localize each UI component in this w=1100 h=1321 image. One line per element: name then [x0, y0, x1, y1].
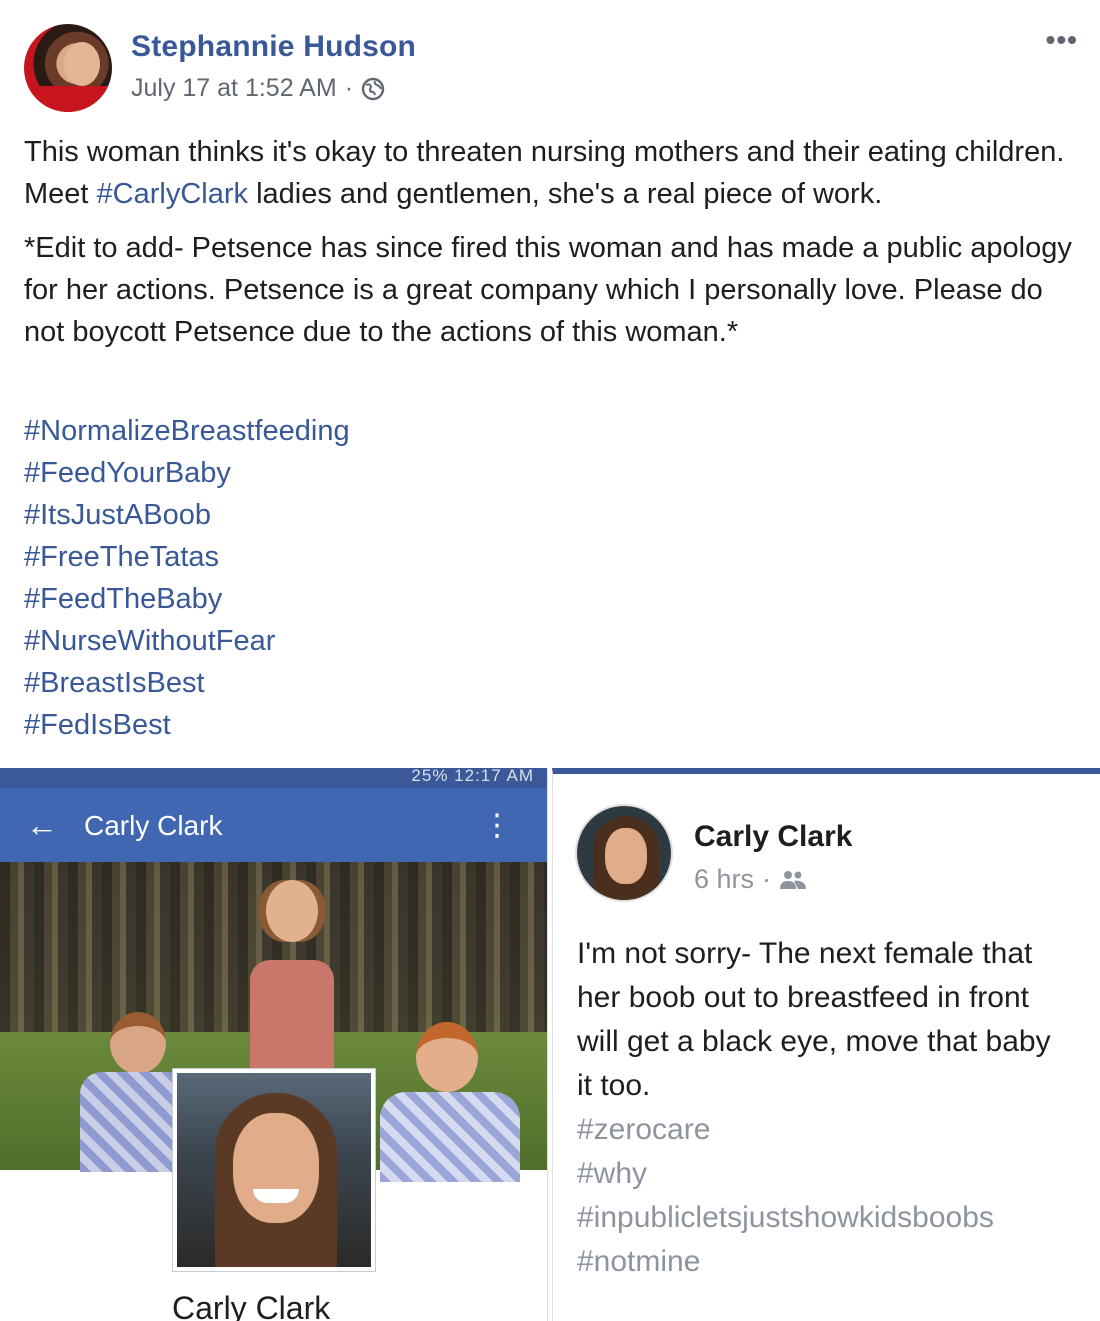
post-time: 6 hrs	[694, 864, 755, 894]
post-body: This woman thinks it's okay to threaten …	[24, 131, 1084, 353]
friends-icon	[780, 870, 807, 889]
author-name[interactable]: Stephannie Hudson	[131, 30, 416, 64]
post-content-line: it too.	[577, 1069, 651, 1102]
hashtag-link[interactable]: #BreastIsBest	[24, 662, 350, 704]
post-author-meta: 6 hrs ·	[694, 864, 807, 895]
post-line-1: This woman thinks it's okay to threaten …	[24, 136, 1065, 168]
cover-person-right	[380, 1022, 520, 1182]
hashtag-link[interactable]: #FeedYourBaby	[24, 452, 350, 494]
post-timestamp[interactable]: July 17 at 1:52 AM	[131, 74, 337, 103]
attached-photo-profile[interactable]: 25% 12:17 AM ← Carly Clark ⋮ Carly Clark	[0, 768, 548, 1321]
hashtag-link[interactable]: #FeedTheBaby	[24, 578, 350, 620]
post-line-2-suffix: ladies and gentlemen, she's a real piece…	[248, 178, 883, 210]
profile-name: Carly Clark	[172, 1290, 331, 1321]
post-author-avatar	[575, 804, 673, 902]
globe-icon[interactable]	[361, 77, 385, 101]
post-content-line: will get a black eye, move that baby	[577, 1025, 1051, 1058]
back-arrow-icon[interactable]: ←	[26, 808, 58, 842]
post-hashtag: #inpublicletsjustshowkidsboobs	[577, 1201, 994, 1234]
author-avatar[interactable]	[24, 24, 112, 112]
post-meta: July 17 at 1:52 AM ·	[131, 74, 385, 103]
hashtag-link[interactable]: #NormalizeBreastfeeding	[24, 410, 350, 452]
hashtag-link-carlyclark[interactable]: #CarlyClark	[97, 178, 248, 210]
attached-photo-post[interactable]: Carly Clark 6 hrs · I'm not sorry- The n…	[552, 768, 1100, 1321]
hashtag-link[interactable]: #FreeTheTatas	[24, 536, 350, 578]
post-hashtag: #notmine	[577, 1245, 701, 1278]
avatar-shirt	[24, 86, 112, 112]
profile-picture	[172, 1068, 376, 1272]
post-content-line: her boob out to breastfeed in front	[577, 981, 1029, 1014]
hashtag-link[interactable]: #ItsJustABoob	[24, 494, 350, 536]
more-options-icon[interactable]: •••	[1046, 26, 1078, 54]
hashtag-list: #NormalizeBreastfeeding #FeedYourBaby #I…	[24, 410, 350, 746]
post-header: Stephannie Hudson July 17 at 1:52 AM · •…	[24, 24, 1084, 114]
post-hashtag: #zerocare	[577, 1113, 711, 1146]
avatar-face	[64, 42, 100, 86]
post-line-2-prefix: Meet	[24, 178, 97, 210]
kebab-menu-icon[interactable]: ⋮	[482, 808, 512, 843]
post-edit-note: *Edit to add- Petsence has since fired t…	[24, 232, 1072, 348]
meta-separator: ·	[762, 864, 772, 894]
post-content-line: I'm not sorry- The next female that	[577, 937, 1033, 970]
app-bar-title: Carly Clark	[84, 810, 223, 841]
hashtag-link[interactable]: #NurseWithoutFear	[24, 620, 350, 662]
phone-status-bar: 25% 12:17 AM	[0, 768, 547, 788]
post-content: I'm not sorry- The next female that her …	[577, 932, 1100, 1108]
meta-separator: ·	[344, 74, 354, 102]
post-line-2: Meet #CarlyClark ladies and gentlemen, s…	[24, 173, 1084, 215]
post-author-name: Carly Clark	[694, 820, 853, 853]
hashtag-link[interactable]: #FedIsBest	[24, 704, 350, 746]
app-top-bar: ← Carly Clark ⋮	[0, 788, 547, 862]
post-hashtag: #why	[577, 1157, 648, 1190]
post-hashtags: #zerocare #why #inpublicletsjustshowkids…	[577, 1108, 994, 1284]
